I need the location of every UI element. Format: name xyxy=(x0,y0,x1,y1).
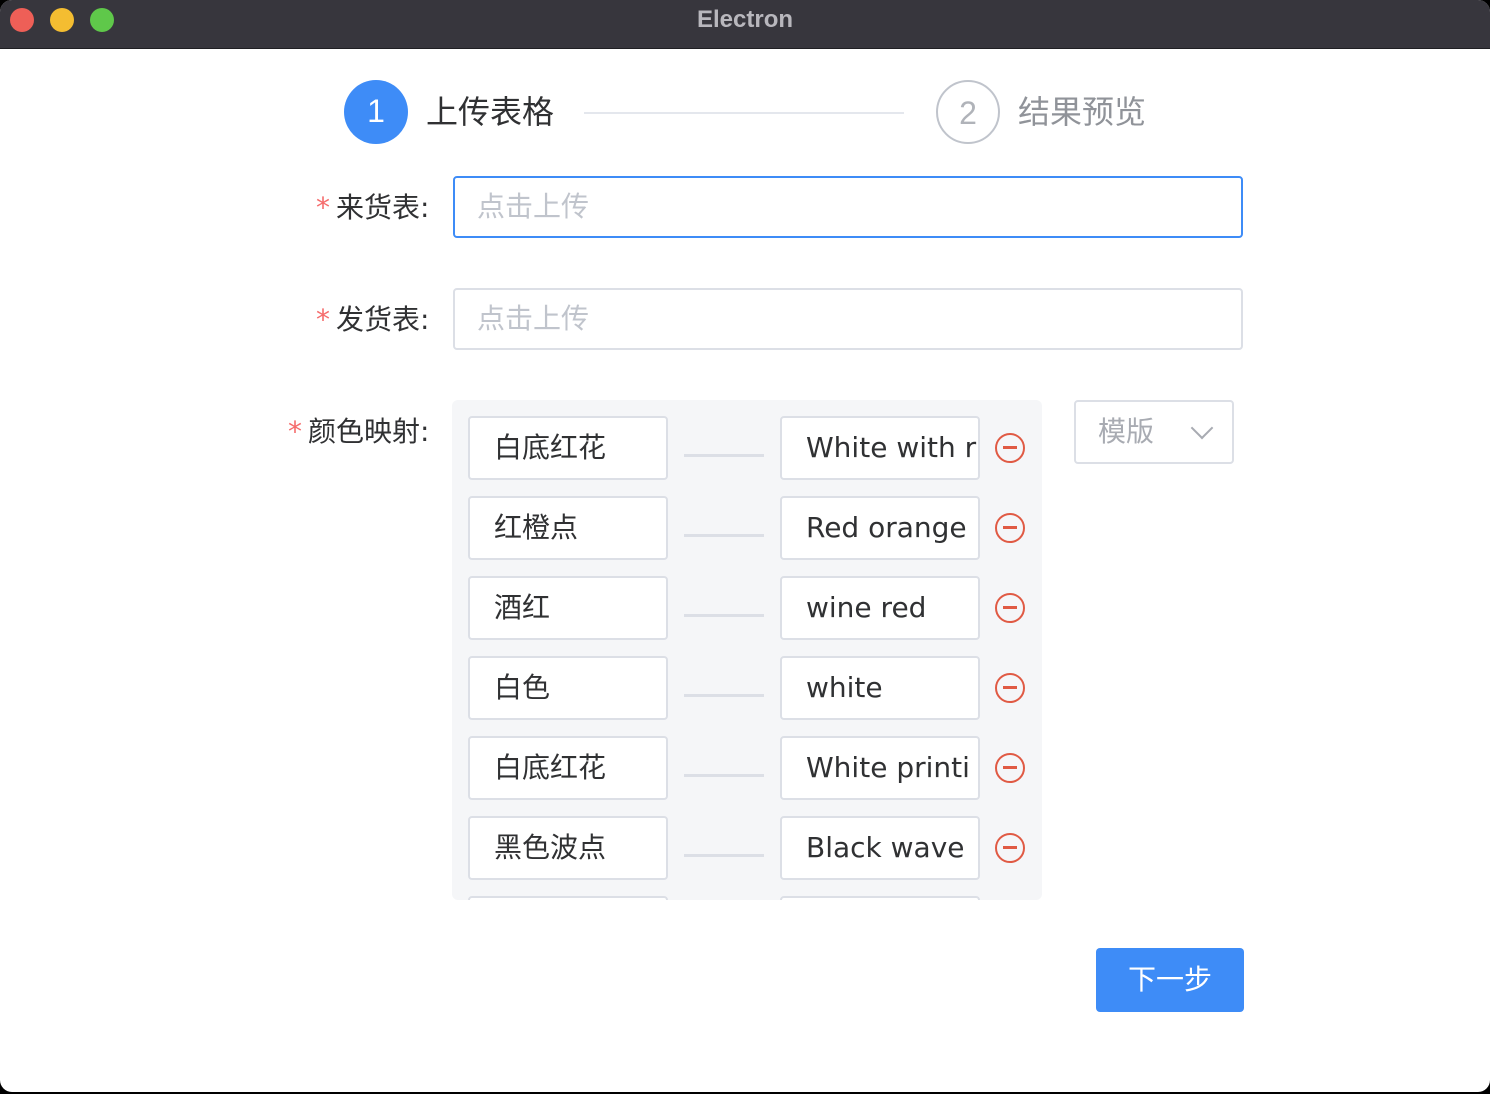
chevron-down-icon xyxy=(1190,416,1214,440)
mapping-connector xyxy=(684,454,764,457)
mapping-connector xyxy=(684,774,764,777)
source-color-input[interactable]: 红橙点 xyxy=(468,496,668,560)
mapping-connector xyxy=(684,534,764,537)
app-window: Electron 1 上传表格 2 结果预览 * 来货表: 点击上传 * 发货表: … xyxy=(0,0,1490,1092)
remove-circle-icon[interactable] xyxy=(995,433,1025,463)
step-2-number: 2 xyxy=(936,80,1000,144)
required-mark: * xyxy=(316,303,330,336)
color-mapping-row: 红橙点 Red orange xyxy=(468,496,1038,560)
color-mapping-row: 酒红 wine red xyxy=(468,576,1038,640)
window-title: Electron xyxy=(696,6,794,33)
remove-circle-icon[interactable] xyxy=(995,593,1025,623)
incoming-sheet-upload-input[interactable]: 点击上传 xyxy=(453,176,1243,238)
source-color-input[interactable]: 白色 xyxy=(468,656,668,720)
color-mapping-list[interactable]: 白底红花 White with r 红橙点 Red orange 酒红 wine… xyxy=(452,400,1042,900)
target-color-input[interactable]: wine red xyxy=(780,576,980,640)
source-color-input[interactable]: 白底红花 xyxy=(468,736,668,800)
color-mapping-row: 黑色波点 Black wave xyxy=(468,816,1038,880)
color-mapping-row-partial xyxy=(468,896,1038,900)
incoming-sheet-label: * 来货表: xyxy=(316,191,430,224)
title-bar: Electron xyxy=(0,0,1490,49)
mapping-connector xyxy=(684,854,764,857)
target-color-input[interactable]: Red orange xyxy=(780,496,980,560)
required-mark: * xyxy=(316,191,330,224)
step-1-label: 上传表格 xyxy=(426,93,555,131)
source-color-input[interactable]: 黑色波点 xyxy=(468,816,668,880)
remove-circle-icon[interactable] xyxy=(995,753,1025,783)
step-1-number: 1 xyxy=(344,80,408,144)
outgoing-sheet-label: * 发货表: xyxy=(316,303,430,336)
remove-circle-icon[interactable] xyxy=(995,513,1025,543)
target-color-input[interactable]: White with r xyxy=(780,416,980,480)
color-mapping-label: * 颜色映射: xyxy=(288,415,430,448)
source-color-input[interactable]: 白底红花 xyxy=(468,416,668,480)
template-select-placeholder: 模版 xyxy=(1098,415,1155,448)
next-step-button[interactable]: 下一步 xyxy=(1096,948,1244,1012)
required-mark: * xyxy=(288,415,302,448)
outgoing-sheet-upload-input[interactable]: 点击上传 xyxy=(453,288,1243,350)
source-color-input[interactable] xyxy=(468,896,668,900)
target-color-input[interactable]: White printi xyxy=(780,736,980,800)
target-color-input[interactable]: white xyxy=(780,656,980,720)
remove-circle-icon[interactable] xyxy=(995,673,1025,703)
mapping-connector xyxy=(684,614,764,617)
color-mapping-row: 白色 white xyxy=(468,656,1038,720)
remove-circle-icon[interactable] xyxy=(995,833,1025,863)
source-color-input[interactable]: 酒红 xyxy=(468,576,668,640)
color-mapping-row: 白底红花 White with r xyxy=(468,416,1038,480)
target-color-input[interactable] xyxy=(780,896,980,900)
step-connector xyxy=(584,112,904,114)
mapping-connector xyxy=(684,694,764,697)
template-select[interactable]: 模版 xyxy=(1074,400,1234,464)
color-mapping-row: 白底红花 White printi xyxy=(468,736,1038,800)
target-color-input[interactable]: Black wave xyxy=(780,816,980,880)
step-2-label: 结果预览 xyxy=(1018,93,1147,131)
